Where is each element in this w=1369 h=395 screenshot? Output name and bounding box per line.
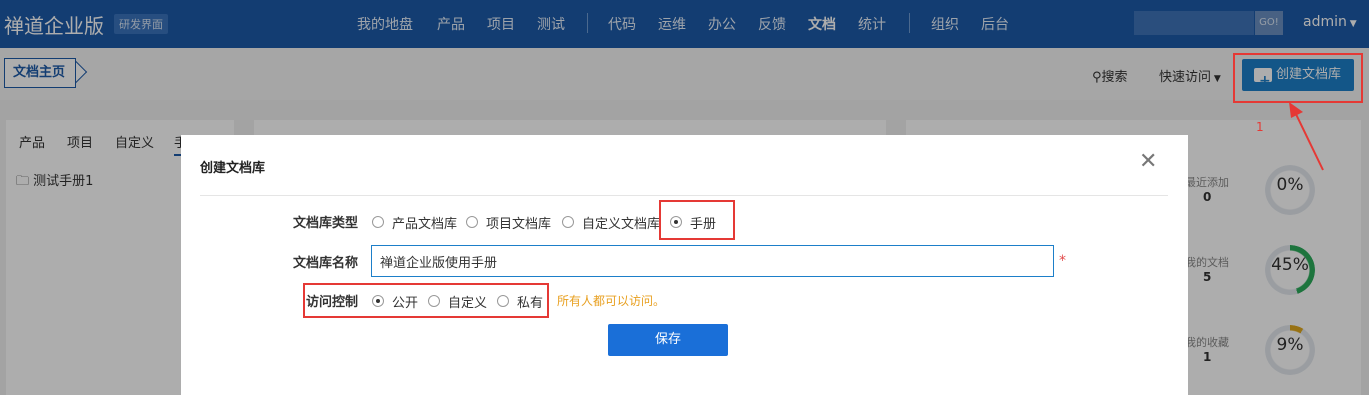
required-mark: *	[1059, 253, 1066, 269]
radio-project-lib[interactable]	[466, 216, 478, 228]
lib-name-label: 文档库名称	[293, 256, 359, 271]
highlight-box	[303, 283, 549, 318]
create-doc-lib-dialog: 创建文档库 ✕ 文档库类型 产品文档库 项目文档库 自定义文档库 手册 文档库名…	[181, 135, 1188, 395]
access-hint: 所有人都可以访问。	[557, 294, 666, 308]
radio-project-lib-label[interactable]: 项目文档库	[486, 213, 551, 232]
dialog-divider	[200, 195, 1168, 196]
highlight-box	[1233, 53, 1363, 103]
radio-custom-lib[interactable]	[562, 216, 574, 228]
close-icon[interactable]: ✕	[1139, 149, 1157, 174]
radio-product-lib-label[interactable]: 产品文档库	[392, 213, 457, 232]
highlight-box	[659, 200, 735, 240]
lib-name-input[interactable]	[371, 245, 1054, 277]
radio-custom-lib-label[interactable]: 自定义文档库	[582, 213, 660, 232]
save-button[interactable]: 保存	[608, 324, 728, 356]
dialog-title: 创建文档库	[200, 161, 266, 176]
annotation-step-number: 1	[1256, 120, 1264, 134]
radio-product-lib[interactable]	[372, 216, 384, 228]
annotation-arrow	[1289, 102, 1324, 171]
lib-type-label: 文档库类型	[293, 216, 359, 231]
